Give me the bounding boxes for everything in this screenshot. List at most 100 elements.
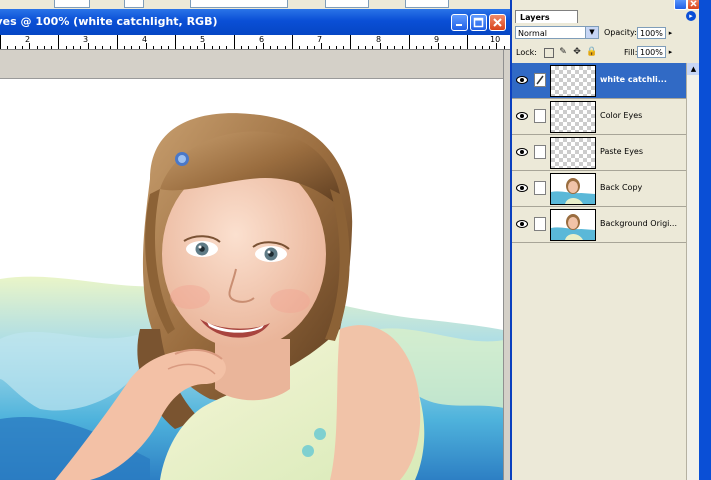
eye-icon[interactable] bbox=[516, 219, 528, 229]
eye-icon[interactable] bbox=[516, 111, 528, 121]
ruler-tick bbox=[80, 46, 82, 49]
ruler-tick bbox=[489, 46, 491, 49]
ruler-tick bbox=[401, 46, 403, 49]
link-slot[interactable] bbox=[534, 217, 546, 231]
ruler-tick bbox=[102, 46, 104, 49]
ruler-tick bbox=[445, 46, 447, 49]
palette-minimize-button[interactable] bbox=[674, 0, 687, 10]
layer-name: Paste Eyes bbox=[600, 147, 644, 156]
minimize-button[interactable] bbox=[451, 14, 468, 31]
tab-layers[interactable]: Layers bbox=[515, 10, 578, 23]
layer-row-paste-eyes[interactable]: Paste Eyes bbox=[512, 135, 686, 171]
layer-thumbnail bbox=[550, 65, 596, 97]
opacity-input[interactable]: 100% bbox=[637, 27, 666, 39]
ruler-tick bbox=[350, 35, 352, 49]
fill-label: Fill: bbox=[624, 48, 638, 57]
ruler-tick bbox=[21, 46, 23, 49]
fill-input[interactable]: 100% bbox=[637, 46, 666, 58]
ruler-tick bbox=[146, 43, 147, 49]
layers-scrollbar[interactable]: ▲ bbox=[686, 63, 700, 480]
ruler-tick bbox=[416, 46, 418, 49]
ruler-tick bbox=[386, 46, 388, 49]
ruler-tick bbox=[335, 46, 337, 49]
ruler-tick bbox=[138, 46, 140, 49]
palette-window-frame bbox=[699, 0, 711, 480]
ruler-tick bbox=[379, 43, 381, 49]
photo-canvas[interactable] bbox=[0, 79, 508, 480]
close-icon bbox=[493, 18, 502, 27]
ruler-tick bbox=[496, 43, 498, 49]
ruler-tick bbox=[408, 35, 410, 49]
ruler-tick bbox=[255, 46, 257, 49]
maximize-button[interactable] bbox=[470, 14, 487, 31]
eye-icon[interactable] bbox=[516, 75, 528, 85]
ruler-tick bbox=[124, 46, 126, 49]
ruler-tick bbox=[87, 43, 89, 49]
ruler-tick bbox=[503, 46, 505, 49]
layer-name: white catchli... bbox=[600, 75, 667, 84]
paintbrush-icon[interactable] bbox=[534, 73, 546, 87]
ruler-tick bbox=[423, 46, 425, 49]
ruler-tick bbox=[372, 46, 374, 49]
lock-all-icon[interactable]: 🔒 bbox=[586, 47, 597, 57]
blend-mode-select[interactable]: Normal ▼ bbox=[515, 26, 599, 39]
ruler-tick bbox=[459, 46, 461, 49]
ruler-tick bbox=[343, 46, 345, 49]
ruler-tick bbox=[226, 46, 228, 49]
height-field[interactable] bbox=[405, 0, 449, 8]
ruler-tick bbox=[467, 35, 469, 49]
document-titlebar[interactable]: Eyes @ 100% (white catchlight, RGB) bbox=[0, 9, 510, 35]
layer-row-background-original[interactable]: Background Origi... bbox=[512, 207, 686, 243]
link-slot[interactable] bbox=[534, 145, 546, 159]
link-slot[interactable] bbox=[534, 109, 546, 123]
layer-name: Color Eyes bbox=[600, 111, 643, 120]
ruler-tick bbox=[153, 46, 155, 49]
lock-image-icon[interactable]: ✎ bbox=[558, 47, 568, 57]
minimize-icon bbox=[456, 24, 462, 26]
ruler-tick bbox=[109, 46, 111, 49]
layer-thumbnail bbox=[550, 101, 596, 133]
ruler-tick bbox=[299, 46, 301, 49]
ruler-tick bbox=[131, 46, 133, 49]
fill-arrow-icon[interactable]: ▸ bbox=[666, 46, 675, 58]
opacity-label: Opacity: bbox=[604, 28, 637, 37]
close-button[interactable] bbox=[489, 14, 506, 31]
close-icon bbox=[690, 0, 697, 7]
lock-position-icon[interactable]: ✥ bbox=[572, 47, 582, 57]
layer-row-back-copy[interactable]: Back Copy bbox=[512, 171, 686, 207]
eye-icon[interactable] bbox=[516, 147, 528, 157]
eye-icon[interactable] bbox=[516, 183, 528, 193]
horizontal-ruler: 2 3 4 5 6 7 8 9 10 bbox=[0, 35, 510, 50]
canvas-pasteboard bbox=[0, 50, 508, 79]
link-slot[interactable] bbox=[534, 181, 546, 195]
ruler-tick bbox=[270, 46, 272, 49]
ruler-tick bbox=[262, 43, 264, 49]
ruler-tick bbox=[211, 46, 213, 49]
ruler-tick bbox=[43, 46, 45, 49]
ruler-tick bbox=[430, 46, 432, 49]
ruler-tick bbox=[452, 46, 454, 49]
ruler-tick bbox=[328, 46, 330, 49]
layer-row-white-catchlight[interactable]: white catchli... bbox=[512, 63, 686, 99]
options-field-2[interactable] bbox=[124, 0, 144, 8]
layer-row-color-eyes[interactable]: Color Eyes bbox=[512, 99, 686, 135]
palette-header: Layers ▸ bbox=[512, 0, 711, 24]
ruler-tick bbox=[51, 46, 53, 49]
options-field-1[interactable] bbox=[54, 0, 90, 8]
ruler-tick bbox=[438, 43, 439, 49]
opacity-arrow-icon[interactable]: ▸ bbox=[666, 27, 675, 39]
palette-menu-arrow-icon[interactable]: ▸ bbox=[686, 11, 696, 21]
document-title: Eyes @ 100% (white catchlight, RGB) bbox=[0, 15, 218, 28]
ruler-tick bbox=[65, 46, 67, 49]
ruler-tick bbox=[365, 46, 366, 49]
layer-name: Background Origi... bbox=[600, 219, 678, 228]
ruler-tick bbox=[474, 46, 476, 49]
ruler-tick bbox=[321, 43, 323, 49]
ruler-tick bbox=[73, 46, 74, 49]
ruler-tick bbox=[313, 46, 315, 49]
ruler-tick bbox=[160, 46, 162, 49]
style-select[interactable] bbox=[190, 0, 288, 8]
ruler-tick bbox=[233, 35, 235, 49]
width-field[interactable] bbox=[325, 0, 369, 8]
lock-transparent-icon[interactable] bbox=[544, 48, 554, 58]
